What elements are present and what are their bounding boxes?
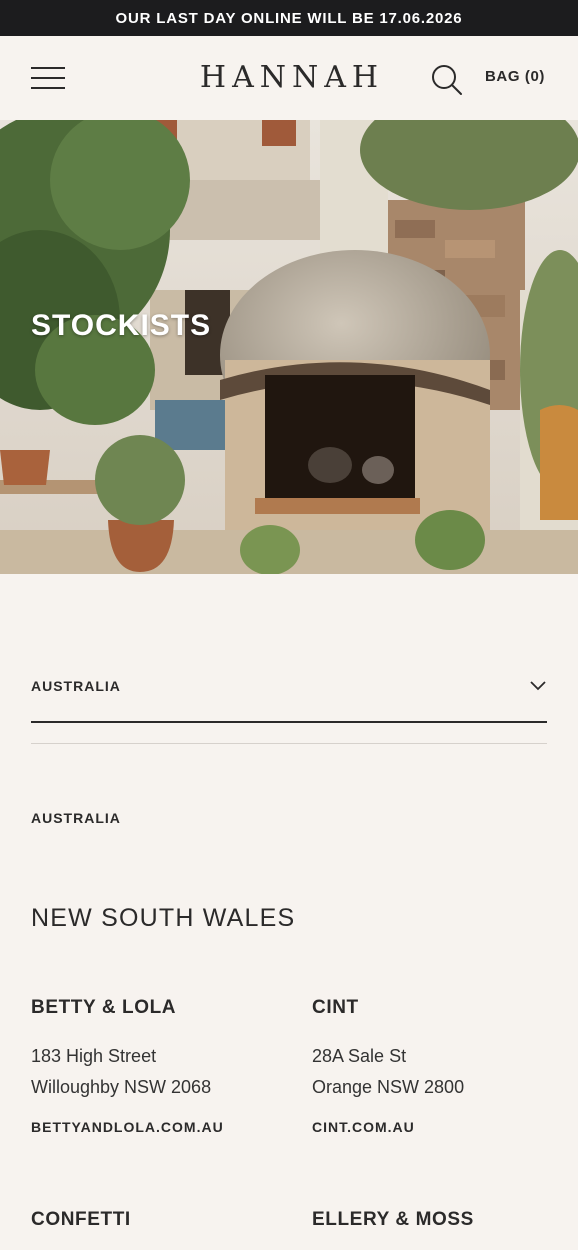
country-select-value: AUSTRALIA: [31, 678, 121, 694]
bag-button[interactable]: BAG (0): [485, 68, 545, 85]
address-line: 28A Sale St: [312, 1046, 407, 1066]
divider: [31, 743, 547, 744]
stockist-website-link[interactable]: BETTYANDLOLA.COM.AU: [31, 1119, 271, 1135]
address-line: Willoughby NSW 2068: [31, 1077, 212, 1097]
announcement-bar: OUR LAST DAY ONLINE WILL BE 17.06.2026: [0, 0, 578, 36]
stockist-website-link[interactable]: CINT.COM.AU: [312, 1119, 552, 1135]
chevron-down-icon: [530, 681, 546, 691]
search-icon: [432, 65, 462, 95]
stockist-address: 28A Sale St Orange NSW 2800: [312, 1041, 552, 1103]
stockist-card: CINT 28A Sale St Orange NSW 2800 CINT.CO…: [312, 997, 552, 1135]
stockist-name: CINT: [312, 997, 359, 1018]
country-select[interactable]: AUSTRALIA: [31, 660, 547, 723]
page-title: STOCKISTS: [31, 309, 212, 342]
country-heading: AUSTRALIA: [31, 810, 121, 826]
stockist-card: CONFETTI: [31, 1209, 271, 1231]
stockist-address: 183 High Street Willoughby NSW 2068: [31, 1041, 271, 1103]
stockist-name: CONFETTI: [31, 1209, 131, 1230]
announcement-text: OUR LAST DAY ONLINE WILL BE 17.06.2026: [115, 9, 463, 27]
hero-image: [0, 120, 578, 574]
address-line: 183 High Street: [31, 1046, 157, 1066]
address-line: Orange NSW 2800: [312, 1077, 465, 1097]
site-header: HANNAH BAG (0): [0, 36, 578, 120]
stockist-card: BETTY & LOLA 183 High Street Willoughby …: [31, 997, 271, 1135]
stockist-name: ELLERY & MOSS: [312, 1209, 474, 1230]
search-button[interactable]: [430, 63, 464, 97]
stockist-card: ELLERY & MOSS: [312, 1209, 552, 1231]
region-heading: NEW SOUTH WALES: [31, 904, 296, 932]
hero-banner: STOCKISTS: [0, 120, 578, 574]
stockist-name: BETTY & LOLA: [31, 997, 177, 1018]
